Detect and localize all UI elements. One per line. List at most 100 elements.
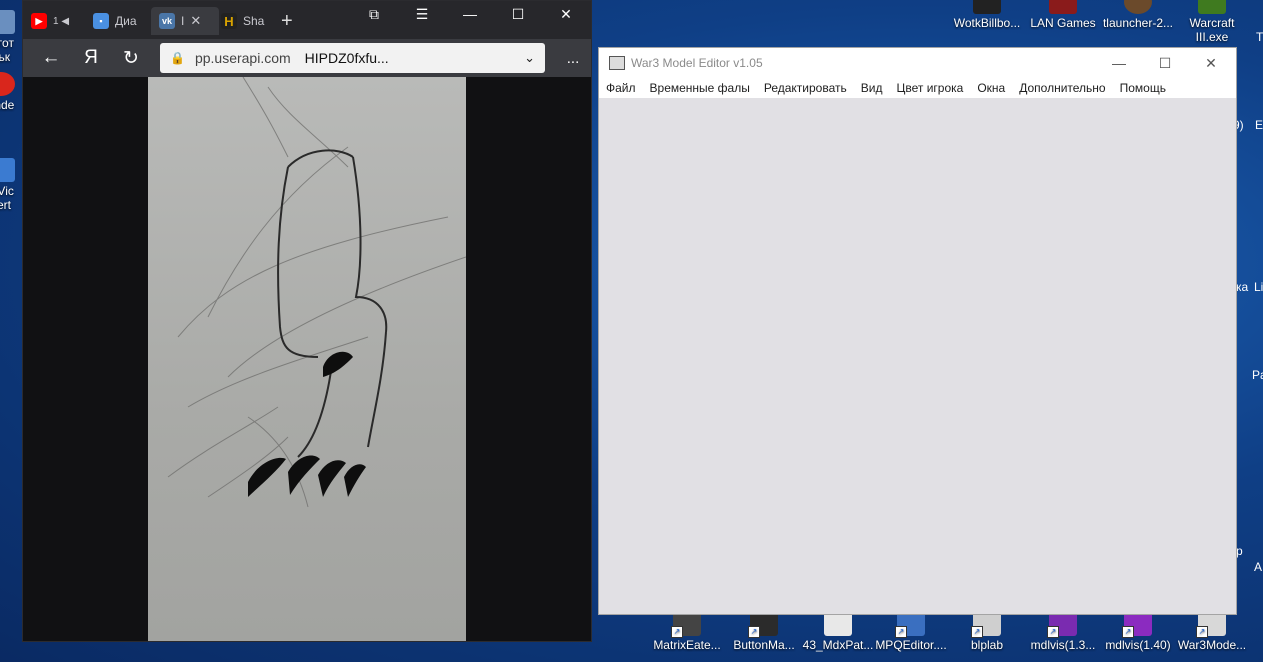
desktop-icon-label: WotkBillbo...	[953, 16, 1021, 30]
computer-icon	[0, 10, 15, 34]
editor-title-bar: War3 Model Editor v1.05 — ☐ ✕	[599, 48, 1236, 78]
tab-label: I	[181, 14, 185, 28]
maximize-icon: ☐	[511, 5, 525, 22]
tab-label: Диа	[115, 14, 137, 28]
browser-window[interactable]: ▶ 1 ◀ ▪ Диа vk I ✕ H Sha + ⧉ ☰ — ☐ ✕ ← Я…	[22, 0, 592, 642]
mdlvis-icon: ↗	[1122, 612, 1152, 638]
menu-view[interactable]: Вид	[861, 81, 883, 95]
desktop-icon-warcraft[interactable]: Warcraft III.exe	[1175, 0, 1249, 44]
yandex-icon: Я	[84, 47, 98, 68]
tab-vk[interactable]: vk I ✕	[151, 7, 219, 35]
close-button[interactable]: ✕	[542, 1, 590, 27]
desktop-icon-label: MPQEditor....	[875, 638, 947, 652]
lan-games-icon	[1049, 0, 1077, 14]
desktop-icon-lan-games[interactable]: LAN Games	[1026, 0, 1100, 30]
tab-audio-icon: 1 ◀	[53, 15, 70, 27]
desktop-edge-label: T	[1256, 30, 1263, 44]
desktop-icon-mdlvis-140[interactable]: ↗ mdlvis(1.40)	[1101, 612, 1175, 652]
menu-button[interactable]: ☰	[398, 1, 446, 27]
desktop-edge-label: Pa	[1252, 368, 1263, 382]
plus-icon: +	[281, 9, 293, 32]
youtube-icon: ▶	[31, 13, 47, 29]
video-converter-icon: ↗	[0, 158, 15, 182]
menu-help[interactable]: Помощь	[1120, 81, 1166, 95]
editor-close-button[interactable]: ✕	[1188, 48, 1234, 78]
tab-youtube[interactable]: ▶ 1 ◀	[31, 7, 85, 35]
desktop-icon-mdlvis-13[interactable]: ↗ mdlvis(1.3...	[1026, 612, 1100, 652]
desktop-icon-wotkbillbo[interactable]: WotkBillbo...	[950, 0, 1024, 30]
window-app-icon	[609, 56, 625, 70]
desktop-icon-tlauncher[interactable]: tlauncher-2...	[1101, 0, 1175, 30]
menu-player-color[interactable]: Цвет игрока	[896, 81, 963, 95]
chevron-down-icon[interactable]: ⌄	[524, 50, 535, 66]
close-icon: ✕	[560, 5, 572, 22]
menu-file[interactable]: Файл	[606, 81, 636, 95]
close-icon: ✕	[1205, 54, 1217, 71]
blplab-icon: ↗	[971, 612, 1001, 638]
desktop-icon-label: mdlvis(1.40)	[1105, 638, 1171, 652]
yandex-button[interactable]: Я	[77, 45, 105, 71]
chat-icon: ▪	[93, 13, 109, 29]
menu-extras[interactable]: Дополнительно	[1019, 81, 1105, 95]
pencil-sketch	[167, 77, 466, 508]
browser-tab-bar: ▶ 1 ◀ ▪ Диа vk I ✕ H Sha + ⧉ ☰ — ☐ ✕	[23, 1, 591, 39]
war3modeleditor-icon: ↗	[1196, 612, 1226, 638]
desktop-icon-label: War3Mode...	[1177, 638, 1247, 652]
menu-windows[interactable]: Окна	[977, 81, 1005, 95]
shortcut-arrow-icon: ↗	[1122, 626, 1134, 638]
shortcut-arrow-icon: ↗	[1196, 626, 1208, 638]
desktop-icon-mpqeditor[interactable]: ↗ MPQEditor....	[874, 612, 948, 652]
desktop-icon-matrixeater[interactable]: ↗ MatrixEate...	[650, 612, 724, 652]
tab-dialogs[interactable]: ▪ Диа	[93, 7, 145, 35]
browser-toolbar: ← Я ↻ 🔒 pp.userapi.com HIPDZ0fxfu... ⌄ .…	[23, 39, 591, 77]
shortcut-arrow-icon: ↗	[971, 626, 983, 638]
reload-button[interactable]: ↻	[117, 45, 145, 71]
more-icon: ...	[566, 49, 580, 67]
url-title: HIPDZ0fxfu...	[304, 50, 389, 66]
tlauncher-icon	[1124, 0, 1152, 14]
desktop-edge-label: E	[1255, 118, 1263, 132]
hamburger-icon: ☰	[415, 5, 429, 22]
matrixeater-icon: ↗	[671, 612, 701, 638]
vk-icon: vk	[159, 13, 175, 29]
h-icon: H	[221, 13, 237, 29]
app-icon	[973, 0, 1001, 14]
desktop-icon-war3modeleditor[interactable]: ↗ War3Mode...	[1175, 612, 1249, 652]
shortcut-arrow-icon: ↗	[1047, 626, 1059, 638]
minimize-icon: —	[1112, 55, 1126, 71]
desktop-icon-mdxpatch[interactable]: 43_MdxPat...	[801, 612, 875, 652]
desktop-edge-label: p	[1236, 544, 1243, 558]
address-bar[interactable]: 🔒 pp.userapi.com HIPDZ0fxfu... ⌄	[160, 43, 545, 73]
warcraft-icon	[1198, 0, 1226, 14]
reload-icon: ↻	[123, 47, 139, 69]
mpqeditor-icon: ↗	[895, 612, 925, 638]
desktop-icon-label: MatrixEate...	[653, 638, 721, 652]
editor-menu-bar: Файл Временные фалы Редактировать Вид Цв…	[599, 78, 1236, 98]
menu-edit[interactable]: Редактировать	[764, 81, 847, 95]
new-tab-button[interactable]: +	[281, 7, 301, 35]
tab-close-icon[interactable]: ✕	[190, 13, 201, 29]
tab-label: Sha	[243, 14, 265, 28]
minimize-icon: —	[463, 6, 477, 22]
maximize-button[interactable]: ☐	[494, 1, 542, 27]
desktop-icon-label: blplab	[970, 638, 1004, 652]
shortcut-arrow-icon: ↗	[671, 626, 683, 638]
maximize-icon: ☐	[1158, 54, 1172, 71]
war3-model-editor-window[interactable]: War3 Model Editor v1.05 — ☐ ✕ Файл Време…	[598, 47, 1237, 615]
minimize-button[interactable]: —	[446, 1, 494, 27]
sketch-photo	[148, 77, 466, 641]
tab-sha[interactable]: H Sha	[221, 7, 271, 35]
editor-maximize-button[interactable]: ☐	[1142, 48, 1188, 78]
editor-minimize-button[interactable]: —	[1096, 48, 1142, 78]
desktop-icon-label: ButtonMa...	[733, 638, 795, 652]
bookmarks-button[interactable]: ⧉	[350, 1, 398, 27]
desktop-icon-buttonmanager[interactable]: ↗ ButtonMa...	[727, 612, 801, 652]
desktop-icon-label: 43_MdxPat...	[802, 638, 874, 652]
editor-workspace[interactable]	[599, 98, 1236, 614]
desktop-icon-label: mdlvis(1.3...	[1030, 638, 1096, 652]
menu-temp-files[interactable]: Временные фалы	[650, 81, 750, 95]
more-button[interactable]: ...	[559, 45, 587, 71]
desktop-icon-label: Warcraft III.exe	[1189, 16, 1235, 44]
back-button[interactable]: ←	[37, 45, 65, 71]
desktop-icon-blplab[interactable]: ↗ blplab	[950, 612, 1024, 652]
